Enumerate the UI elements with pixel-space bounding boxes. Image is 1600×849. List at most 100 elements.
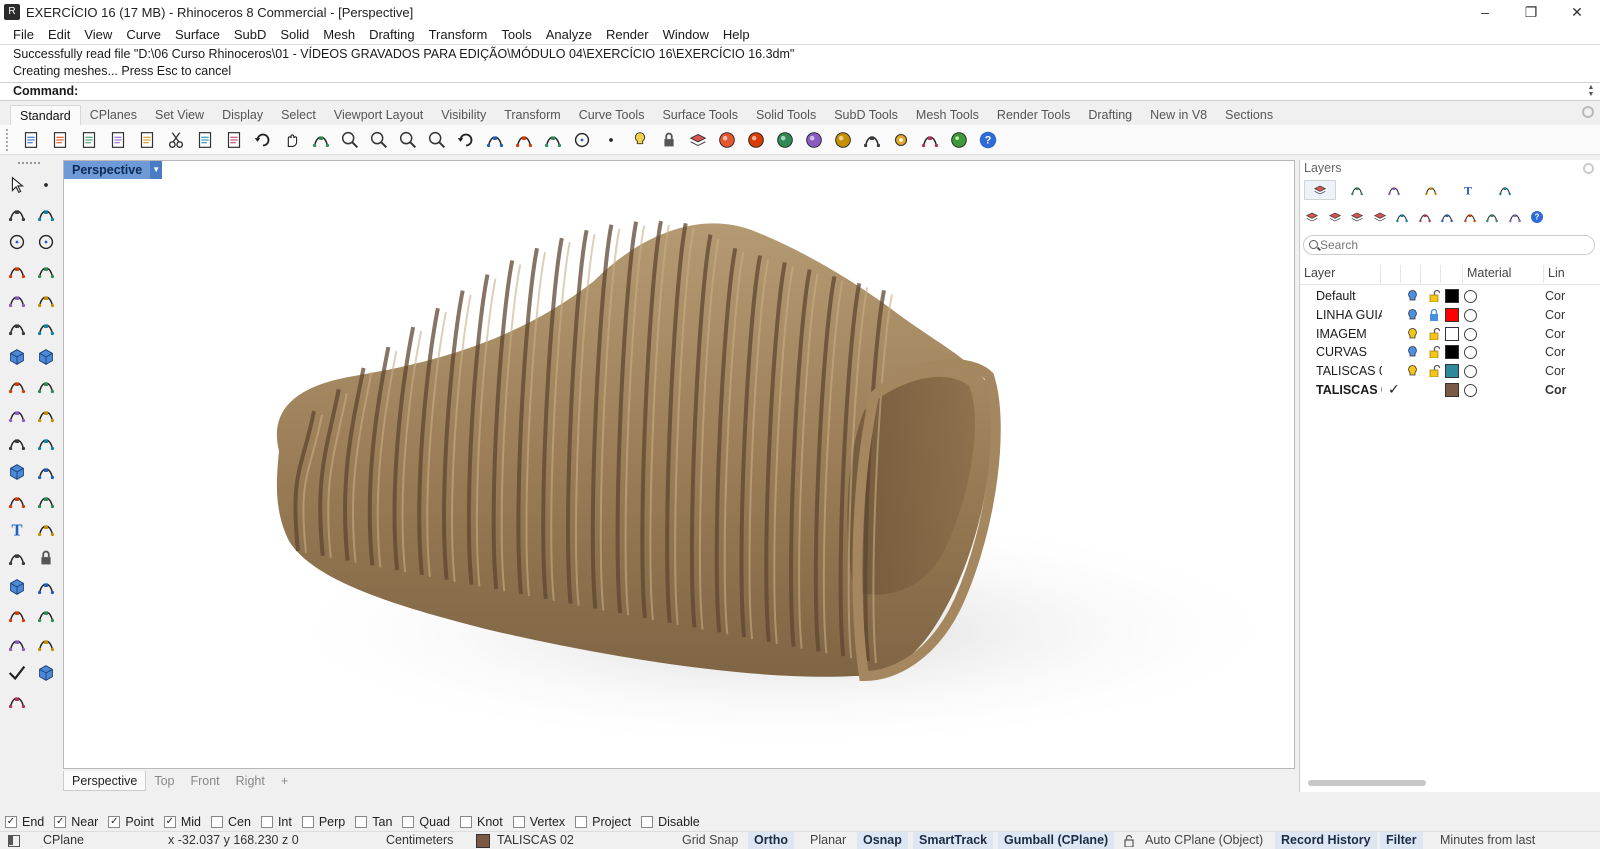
grasshopper-icon[interactable] — [946, 127, 972, 153]
tab-display[interactable]: Display — [213, 105, 272, 125]
extrude-icon[interactable] — [4, 373, 30, 399]
car-properties-icon[interactable] — [511, 127, 537, 153]
text-icon[interactable]: T — [4, 516, 30, 542]
layer-material-icon[interactable] — [1464, 384, 1477, 397]
copy-icon[interactable] — [192, 127, 218, 153]
osnap-knot[interactable]: Knot — [460, 815, 503, 829]
osnap-project[interactable]: Project — [575, 815, 631, 829]
table-icon[interactable] — [1482, 207, 1502, 227]
layer-visibility-bulb-icon[interactable] — [1408, 327, 1417, 340]
layer-props-icon[interactable] — [1370, 207, 1390, 227]
open-file-icon[interactable] — [47, 127, 73, 153]
layer-name[interactable]: CURVAS — [1316, 345, 1382, 359]
osnap-checkbox[interactable] — [402, 816, 415, 828]
menu-mesh[interactable]: Mesh — [316, 27, 362, 42]
viewport-tab-front[interactable]: Front — [182, 771, 227, 791]
osnap-checkbox[interactable]: ✓ — [54, 816, 67, 828]
polyline-icon[interactable] — [4, 201, 30, 227]
layer-unlocked-icon[interactable] — [1428, 365, 1441, 378]
help-icon[interactable]: ? — [975, 127, 1001, 153]
options-gear-icon[interactable] — [888, 127, 914, 153]
menu-tools[interactable]: Tools — [494, 27, 538, 42]
layer-linetype[interactable]: Cor — [1545, 327, 1565, 341]
layer-material-icon[interactable] — [1464, 365, 1477, 379]
tab-drafting[interactable]: Drafting — [1079, 105, 1141, 125]
layer-row[interactable]: TALISCAS 01 Cor — [1300, 362, 1600, 381]
libraries-tab-icon[interactable] — [1489, 180, 1521, 200]
box-icon[interactable] — [4, 344, 30, 370]
close-button[interactable]: ✕ — [1554, 0, 1600, 24]
current-layer-swatch[interactable] — [476, 834, 490, 848]
point-icon[interactable] — [33, 172, 59, 198]
osnap-checkbox[interactable] — [211, 816, 223, 828]
osnap-cen[interactable]: Cen — [211, 815, 251, 829]
new-sublayer-icon[interactable] — [1325, 207, 1345, 227]
layer-row[interactable]: IMAGEM Cor — [1300, 325, 1600, 344]
solid-union-icon[interactable] — [4, 459, 30, 485]
layer-color-swatch[interactable] — [1445, 326, 1459, 341]
layer-name[interactable]: LINHA GUIA — [1316, 308, 1382, 322]
osnap-checkbox[interactable] — [575, 816, 588, 828]
move-down-icon[interactable] — [1415, 207, 1435, 227]
tab-curve-tools[interactable]: Curve Tools — [570, 105, 654, 125]
toolbar-grip[interactable] — [6, 128, 10, 151]
layer-visibility-bulb-icon[interactable] — [1408, 290, 1417, 302]
menu-solid[interactable]: Solid — [273, 27, 316, 42]
menu-file[interactable]: File — [6, 27, 41, 42]
tab-sections[interactable]: Sections — [1216, 105, 1282, 125]
move-up-icon[interactable] — [1392, 207, 1412, 227]
status-filter[interactable]: Filter — [1380, 832, 1423, 849]
layer-material-icon[interactable] — [1464, 327, 1477, 341]
tab-render-tools[interactable]: Render Tools — [988, 105, 1079, 125]
viewport-tab-perspective[interactable]: Perspective — [63, 771, 147, 791]
split-icon[interactable] — [33, 459, 59, 485]
layer-visibility-bulb-icon[interactable] — [1408, 346, 1417, 358]
zoom-icon[interactable] — [337, 127, 363, 153]
status-current-layer[interactable]: TALISCAS 02 — [497, 833, 574, 847]
sidebar-grip[interactable] — [18, 162, 40, 165]
tab-visibility[interactable]: Visibility — [432, 105, 495, 125]
restore-button[interactable]: ❐ — [1508, 0, 1554, 24]
dimension-icon[interactable] — [33, 516, 59, 542]
status-record-history[interactable]: Record History — [1275, 832, 1377, 849]
wireframe-sphere-icon[interactable] — [743, 127, 769, 153]
osnap-end[interactable]: ✓ End — [5, 815, 44, 829]
osnap-checkbox[interactable] — [355, 816, 368, 828]
layer-color-swatch[interactable] — [1445, 383, 1459, 397]
menu-view[interactable]: View — [77, 27, 119, 42]
layer-color-swatch[interactable] — [1445, 364, 1459, 379]
zoom-selected-icon[interactable] — [424, 127, 450, 153]
check-icon[interactable] — [4, 660, 30, 686]
osnap-checkbox[interactable] — [460, 816, 472, 828]
gumball-icon[interactable] — [33, 602, 59, 628]
layer-material-icon[interactable] — [1464, 308, 1477, 322]
viewport-tab-right[interactable]: Right — [228, 771, 273, 791]
layers-horizontal-scrollbar[interactable] — [1308, 780, 1426, 786]
layer-name[interactable]: TALISCAS 02 — [1316, 383, 1382, 397]
status-grid-snap[interactable]: Grid Snap — [682, 833, 738, 847]
menu-icon[interactable] — [1505, 207, 1525, 227]
undo-icon[interactable] — [250, 127, 276, 153]
select-arrow-icon[interactable] — [4, 172, 30, 198]
blue-sphere-icon[interactable] — [830, 127, 856, 153]
dimension-icon[interactable] — [917, 127, 943, 153]
osnap-near[interactable]: ✓ Near — [54, 815, 98, 829]
osnap-checkbox[interactable] — [301, 816, 314, 828]
render-icon[interactable] — [4, 631, 30, 657]
circle-icon[interactable] — [4, 229, 30, 255]
tab-select[interactable]: Select — [272, 105, 325, 125]
paste-icon[interactable] — [221, 127, 247, 153]
new-layer-icon[interactable] — [1302, 207, 1322, 227]
toolbar-settings-gear-icon[interactable] — [1582, 106, 1594, 118]
command-input[interactable]: Command: — [0, 82, 1600, 101]
explode-icon[interactable] — [4, 402, 30, 428]
panel-settings-gear-icon[interactable] — [1583, 163, 1594, 174]
layer-linetype[interactable]: Cor — [1545, 289, 1565, 303]
properties-tab-icon[interactable] — [1378, 180, 1410, 200]
viewport-tab-top[interactable]: Top — [146, 771, 182, 791]
tab-mesh-tools[interactable]: Mesh Tools — [907, 105, 988, 125]
column-linetype[interactable]: Lin — [1548, 266, 1565, 280]
tab-subd-tools[interactable]: SubD Tools — [825, 105, 907, 125]
color-wheel-icon[interactable] — [714, 127, 740, 153]
panes-toggle-icon[interactable] — [8, 835, 20, 847]
